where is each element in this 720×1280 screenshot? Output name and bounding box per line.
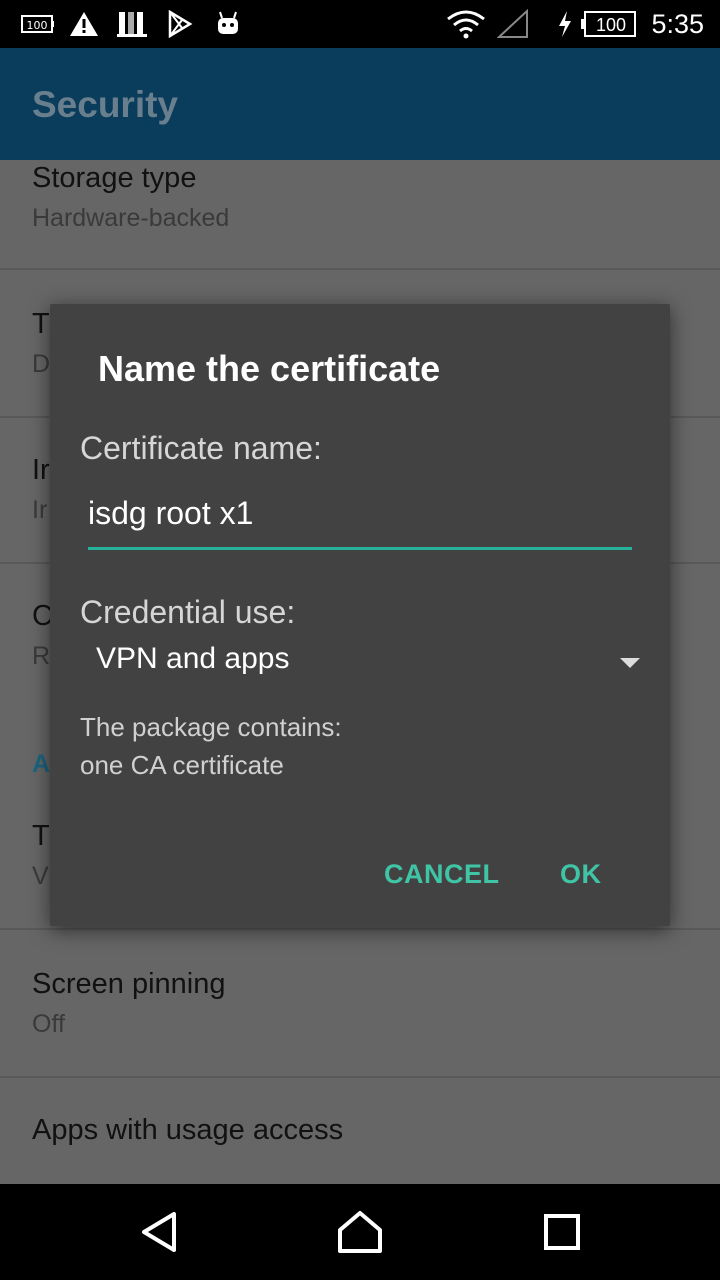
home-icon[interactable] [336,1208,384,1256]
battery-small-level: 100 [27,19,48,32]
ok-button[interactable]: OK [560,854,602,894]
credential-use-value: VPN and apps [96,642,290,675]
status-bar: 100 100 5:35 [0,0,720,48]
package-info-line1: The package contains: [80,712,342,742]
setting-summary: V [32,862,49,890]
credential-use-dropdown[interactable]: VPN and apps [80,634,640,690]
credential-use-label: Credential use: [80,594,296,630]
certificate-name-label: Certificate name: [80,430,322,466]
setting-summary: R [32,642,51,670]
setting-summary: Hardware-backed [32,204,230,232]
section-header: A [32,750,51,778]
status-time: 5:35 [651,8,704,39]
battery-level: 100 [596,15,626,35]
setting-summary: Off [32,1010,65,1038]
charging-icon [554,0,576,48]
battery-small-icon: 100 [20,0,56,48]
cancel-button[interactable]: CANCEL [384,854,500,894]
wifi-icon [444,0,488,48]
dialog-title: Name the certificate [98,348,441,389]
setting-usage-access[interactable]: Apps with usage access [0,1078,720,1184]
package-info-line2: one CA certificate [80,750,284,780]
page-title: Security [32,84,179,125]
battery-icon: 100 [580,0,638,48]
app-bar: Security [0,48,720,160]
signal-bars-icon [116,0,148,48]
dropdown-arrow-icon [620,658,640,668]
setting-title: Apps with usage access [32,1114,344,1146]
setting-title: T [32,308,50,340]
setting-title: Screen pinning [32,968,226,1000]
recents-icon[interactable] [538,1208,586,1256]
play-store-icon [164,0,196,48]
setting-summary: Ir [32,496,48,524]
name-certificate-dialog: Name the certificate Certificate name: C… [50,304,670,926]
setting-title: T [32,820,50,852]
setting-screen-pinning[interactable]: Screen pinning Off [0,930,720,1076]
setting-title: Ir [32,454,50,486]
setting-summary: D [32,350,51,378]
navigation-bar [0,1184,720,1280]
setting-storage-type[interactable]: Storage type Hardware-backed [0,160,720,268]
back-icon[interactable] [136,1208,184,1256]
warning-icon [68,0,100,48]
setting-title: Storage type [32,162,197,194]
android-icon [212,0,244,48]
certificate-name-input[interactable] [88,490,632,550]
cell-signal-icon [496,0,530,48]
